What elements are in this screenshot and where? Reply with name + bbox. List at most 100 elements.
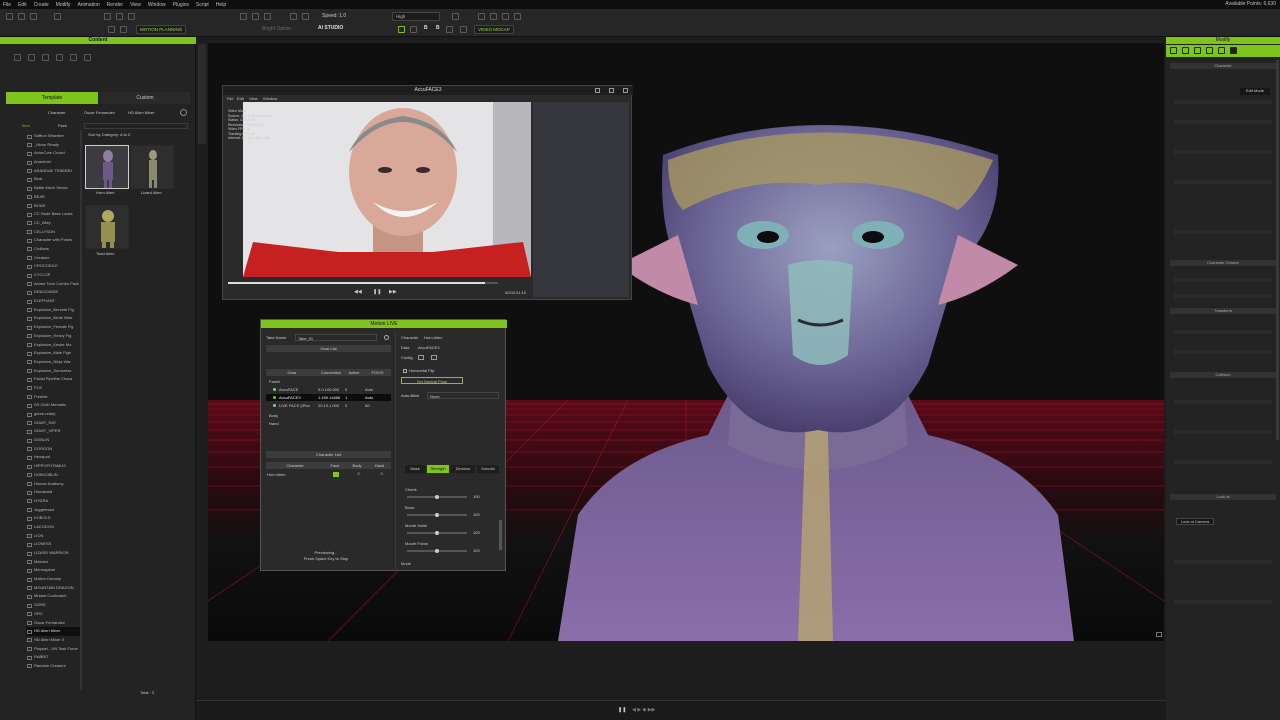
refresh-icon[interactable]	[180, 109, 187, 116]
xray-icon[interactable]	[490, 13, 497, 20]
pause-icon[interactable]: ❚❚	[618, 707, 626, 714]
render-icon[interactable]	[264, 13, 271, 20]
look-at-camera-button[interactable]: Look at Camera	[1176, 518, 1214, 525]
section-character[interactable]: Character	[1170, 63, 1276, 69]
face-assigned-icon[interactable]	[333, 472, 339, 477]
mouth-frown-slider-knob[interactable]	[435, 549, 439, 553]
bright-option-label[interactable]: Bright Option	[262, 26, 291, 33]
menu-plugins[interactable]: Plugins	[173, 2, 189, 8]
pose-icon[interactable]	[398, 26, 405, 33]
skip-forward-icon[interactable]: ▶▶	[389, 289, 397, 296]
gear-row-active[interactable]: 0	[345, 386, 347, 393]
tree-item[interactable]: Explosive_Male Figh	[26, 349, 80, 358]
menu-render[interactable]: Render	[107, 2, 123, 8]
tab-mask[interactable]: Mask	[405, 465, 425, 473]
face-icon[interactable]	[410, 26, 417, 33]
tree-item[interactable]: ActorCore Crowd	[26, 149, 80, 158]
tree-item[interactable]: Anachnid	[26, 158, 80, 167]
tree-item[interactable]: Explosive_Brute Warr	[26, 314, 80, 323]
tree-item[interactable]: HYDRA	[26, 497, 80, 506]
menu-file[interactable]: File	[3, 2, 11, 8]
points-badge[interactable]: Available Points: 6,630	[1225, 1, 1276, 7]
cheek-slider-knob[interactable]	[435, 495, 439, 499]
gear-group-hand[interactable]: Hand	[269, 420, 279, 427]
content-tool-1-icon[interactable]	[14, 54, 21, 61]
auto-blink-select[interactable]: None	[427, 392, 499, 399]
tree-item[interactable]: Oscar Fernandez	[26, 619, 80, 628]
strength-scrollbar[interactable]	[499, 520, 502, 550]
tree-item[interactable]: Explosive_Heavy Fig	[26, 332, 80, 341]
section-transform[interactable]: Transform	[1170, 308, 1276, 314]
content-tool-5-icon[interactable]	[70, 54, 77, 61]
tree-item[interactable]: BOAR	[26, 202, 80, 211]
gear-row-active[interactable]: 0	[345, 402, 347, 409]
tree-item[interactable]: Motion Dummy	[26, 575, 80, 584]
tab-template[interactable]: Template	[6, 92, 98, 104]
data-value[interactable]: AccuFACE3	[418, 344, 440, 351]
gear-group-facial[interactable]: Facial	[269, 378, 280, 385]
tree-item[interactable]: Facial Pipeline Chara	[26, 375, 80, 384]
content-search-input[interactable]	[84, 123, 188, 129]
section-look-at[interactable]: Look at	[1170, 494, 1276, 500]
modify-tab-2-icon[interactable]	[1182, 47, 1189, 54]
mouth-smile-slider-knob[interactable]	[435, 531, 439, 535]
tree-item[interactable]: HOBGOBLIN	[26, 471, 80, 480]
viewport-corner-icon[interactable]	[1156, 632, 1162, 637]
tree-item[interactable]: Hexapod	[26, 453, 80, 462]
puppet-icon[interactable]	[108, 26, 115, 33]
bold-b2-icon[interactable]: B	[436, 25, 440, 32]
body-warning-icon[interactable]: ⚠	[357, 471, 361, 477]
thumbnail-horn-alien[interactable]	[85, 145, 129, 189]
bold-b-icon[interactable]: B	[424, 25, 428, 32]
menu-edit[interactable]: Edit	[18, 2, 27, 8]
tree-item[interactable]: CELLYSON	[26, 228, 80, 237]
tree-item[interactable]: _Moon Ready	[26, 141, 80, 150]
tree-item[interactable]: Explosive_Ninja War	[26, 358, 80, 367]
tab-smooth[interactable]: Smooth	[477, 465, 499, 473]
tree-item[interactable]: KOBOLD	[26, 514, 80, 523]
ai-studio-button[interactable]: AI STUDIO	[318, 25, 343, 31]
tree-item[interactable]: CROCODILE	[26, 262, 80, 271]
tree-item[interactable]: FOX	[26, 384, 80, 393]
video-mocap-button[interactable]: VIDEO MOCAP	[474, 25, 514, 34]
tree-item[interactable]: LIZARD WARRIOR	[26, 549, 80, 558]
align-icon[interactable]	[514, 13, 521, 20]
video-menu-file[interactable]: File	[227, 96, 233, 102]
content-tool-4-icon[interactable]	[56, 54, 63, 61]
gizmo-icon[interactable]	[452, 13, 459, 20]
open-icon[interactable]	[18, 13, 25, 20]
breadcrumb-3[interactable]: HD Alien Mixer	[128, 110, 154, 116]
config-save-icon[interactable]	[431, 355, 437, 360]
tree-item[interactable]: DRAGONIDE	[26, 288, 80, 297]
tree-item[interactable]: GORGON	[26, 445, 80, 454]
tree-item[interactable]: Bear	[26, 175, 80, 184]
tree-item[interactable]: Battle Mech Series	[26, 184, 80, 193]
tree-item[interactable]: CYCLOP	[26, 271, 80, 280]
path-icon[interactable]	[120, 26, 127, 33]
tree-item[interactable]: Random Creature	[26, 662, 80, 671]
snap-icon[interactable]	[502, 13, 509, 20]
rotate-icon[interactable]	[128, 13, 135, 20]
tree-divider[interactable]	[80, 130, 82, 690]
gear-icon[interactable]	[460, 26, 467, 33]
tree-item[interactable]: ARANDAE TENEBRI	[26, 167, 80, 176]
tree-item[interactable]: Explosive_Sorceress	[26, 367, 80, 376]
tree-item[interactable]: GIANT_RAT	[26, 419, 80, 428]
wire-icon[interactable]	[478, 13, 485, 20]
tree-item[interactable]: G5 Cloth Memetic	[26, 401, 80, 410]
sort-dropdown[interactable]: Sort by Category: A to Z	[88, 132, 130, 138]
light-icon[interactable]	[252, 13, 259, 20]
horizontal-flip-checkbox[interactable]	[403, 369, 407, 373]
tree-item[interactable]: LIONESS	[26, 540, 80, 549]
tree-item[interactable]: BEAR	[26, 193, 80, 202]
tab-denoise[interactable]: Denoise	[451, 465, 475, 473]
menu-script[interactable]: Script	[196, 2, 209, 8]
modify-tab-3-icon[interactable]	[1194, 47, 1201, 54]
gear-group-body[interactable]: Body	[269, 412, 278, 419]
breadcrumb-1[interactable]: Character	[48, 110, 66, 116]
tree-item[interactable]: RABBIT	[26, 653, 80, 662]
window-maximize-icon[interactable]	[609, 88, 614, 93]
video-progress-track[interactable]	[228, 282, 498, 284]
tree-item[interactable]: HD Alien Mixer	[26, 627, 80, 636]
motion-planning-button[interactable]: MOTION PLANNING	[136, 25, 187, 34]
